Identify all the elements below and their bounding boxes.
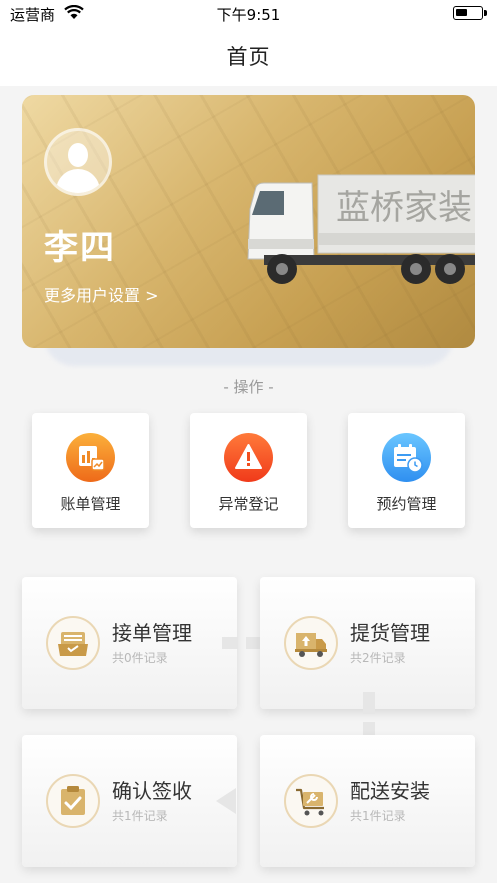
username: 李四	[44, 228, 116, 268]
order-box-icon	[46, 616, 100, 670]
exception-register-label: 异常登记	[218, 495, 279, 513]
truck-upload-icon	[284, 616, 338, 670]
delivery-install-card[interactable]: 配送安装 共1件记录	[260, 735, 475, 867]
confirm-receipt-count: 共1件记录	[112, 809, 168, 823]
avatar[interactable]	[44, 128, 112, 196]
bill-management-label: 账单管理	[60, 495, 121, 513]
calendar-clock-icon	[382, 433, 431, 482]
pickup-management-card[interactable]: 提货管理 共2件记录	[260, 577, 475, 709]
status-time: 下午9:51	[216, 6, 281, 24]
section-title: - 操作 -	[223, 378, 274, 396]
confirm-receipt-title: 确认签收	[112, 779, 192, 803]
bill-chart-icon	[66, 433, 115, 482]
order-management-count: 共0件记录	[112, 651, 168, 665]
navigation-bar: 首页	[0, 28, 497, 86]
tools-cart-icon	[284, 774, 338, 828]
status-bar: 运营商 下午9:51	[0, 0, 497, 28]
battery-icon	[453, 6, 487, 20]
delivery-install-title: 配送安装	[350, 779, 430, 803]
truck-brand-text: 蓝桥家装	[336, 188, 472, 228]
exception-register-card[interactable]: 异常登记	[190, 413, 307, 528]
user-banner: 李四 更多用户设置 > 蓝桥家装	[22, 95, 475, 348]
pickup-management-count: 共2件记录	[350, 651, 406, 665]
appointment-management-label: 预约管理	[376, 495, 437, 513]
page-title: 首页	[226, 45, 271, 69]
pickup-management-title: 提货管理	[350, 621, 430, 645]
truck-icon: 蓝桥家装	[247, 174, 475, 284]
clipboard-check-icon	[46, 774, 100, 828]
delivery-install-count: 共1件记录	[350, 809, 406, 823]
warning-icon	[224, 433, 273, 482]
appointment-management-card[interactable]: 预约管理	[348, 413, 465, 528]
bill-management-card[interactable]: 账单管理	[32, 413, 149, 528]
more-user-settings-link[interactable]: 更多用户设置 >	[44, 282, 159, 306]
confirm-receipt-card[interactable]: 确认签收 共1件记录	[22, 735, 237, 867]
avatar-head-icon	[68, 143, 88, 167]
order-management-title: 接单管理	[112, 621, 192, 645]
order-management-card[interactable]: 接单管理 共0件记录	[22, 577, 237, 709]
avatar-body-icon	[56, 169, 100, 193]
